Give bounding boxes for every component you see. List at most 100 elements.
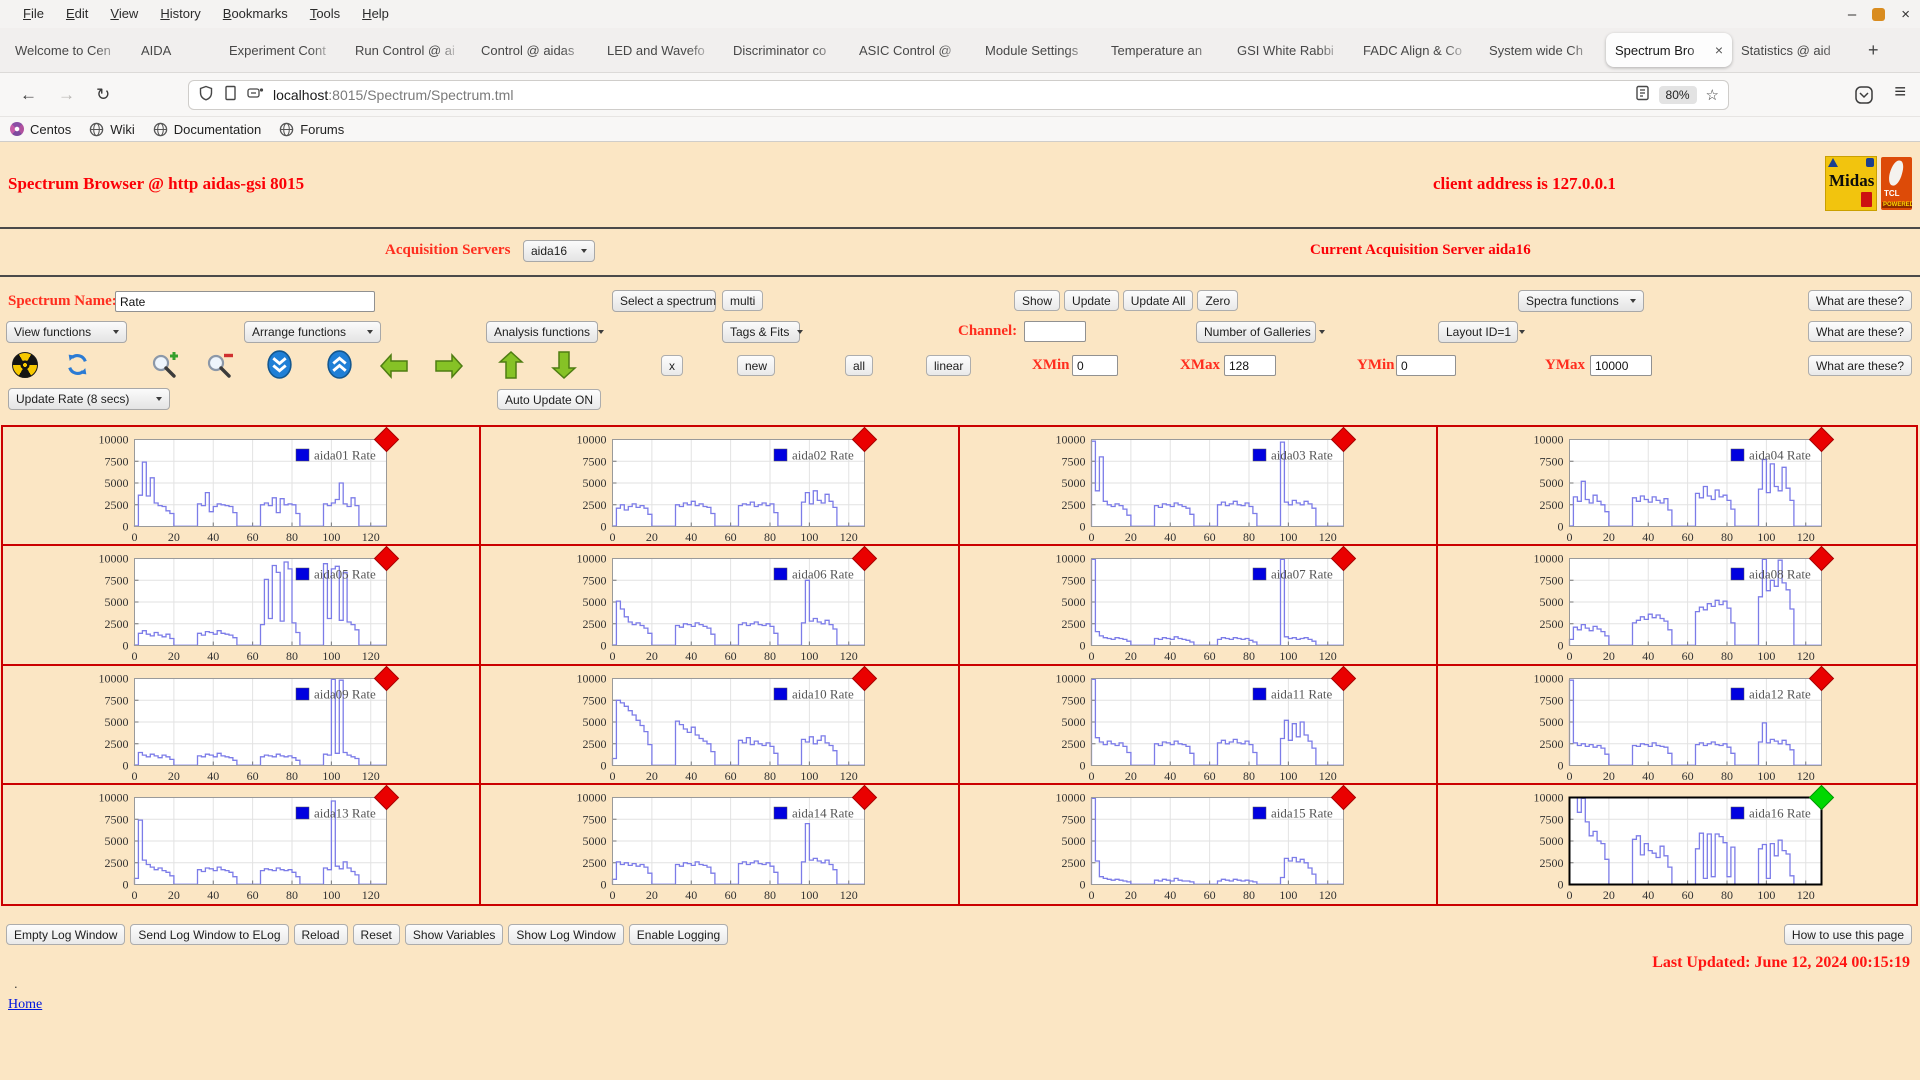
arrow-up-icon[interactable] bbox=[498, 350, 524, 385]
bookmark-centos[interactable]: Centos bbox=[10, 122, 71, 137]
zero-button[interactable]: Zero bbox=[1197, 290, 1238, 311]
reset-button[interactable]: Reset bbox=[353, 924, 400, 945]
spectrum-panel-aida10[interactable]: 025005000750010000020406080100120 aida10… bbox=[481, 666, 959, 785]
browser-tab[interactable]: Module Settings bbox=[976, 33, 1102, 67]
new-tab-button[interactable]: + bbox=[1858, 40, 1889, 61]
menu-view[interactable]: View bbox=[99, 0, 149, 28]
ymin-input[interactable] bbox=[1396, 355, 1456, 376]
spectrum-panel-aida02[interactable]: 025005000750010000020406080100120 aida02… bbox=[481, 427, 959, 546]
spectrum-panel-aida14[interactable]: 025005000750010000020406080100120 aida14… bbox=[481, 785, 959, 904]
menu-hamburger-icon[interactable]: ≡ bbox=[1894, 81, 1906, 104]
bookmark-star-icon[interactable]: ☆ bbox=[1706, 86, 1719, 104]
menu-history[interactable]: History bbox=[149, 0, 211, 28]
shield-icon[interactable] bbox=[198, 85, 214, 106]
url-text[interactable]: localhost:8015/Spectrum/Spectrum.tml bbox=[273, 87, 1626, 103]
show-log-window-button[interactable]: Show Log Window bbox=[508, 924, 623, 945]
acquisition-server-select[interactable]: aida16 bbox=[523, 240, 595, 262]
update-rate-dropdown[interactable]: Update Rate (8 secs) bbox=[8, 388, 170, 410]
spectrum-panel-aida09[interactable]: 025005000750010000020406080100120 aida09… bbox=[3, 666, 481, 785]
zoom-out-icon[interactable] bbox=[205, 351, 235, 384]
permissions-icon[interactable] bbox=[247, 86, 264, 105]
multi-button[interactable]: multi bbox=[722, 290, 763, 311]
browser-tab[interactable]: LED and Wavefo bbox=[598, 33, 724, 67]
url-bar[interactable]: localhost:8015/Spectrum/Spectrum.tml 80%… bbox=[188, 80, 1729, 110]
bookmark-forums[interactable]: Forums bbox=[279, 122, 344, 137]
browser-tab[interactable]: FADC Align & Co bbox=[1354, 33, 1480, 67]
arrow-right-icon[interactable] bbox=[434, 353, 464, 384]
radiation-icon[interactable] bbox=[12, 352, 38, 378]
zoom-level-badge[interactable]: 80% bbox=[1659, 86, 1697, 104]
menu-file[interactable]: File bbox=[12, 0, 55, 28]
number-of-galleries-dropdown[interactable]: Number of Galleries bbox=[1196, 321, 1316, 343]
spectrum-name-input[interactable] bbox=[115, 291, 375, 312]
spectrum-panel-aida11[interactable]: 025005000750010000020406080100120 aida11… bbox=[960, 666, 1438, 785]
what-are-these-button-1[interactable]: What are these? bbox=[1808, 290, 1912, 311]
browser-tab[interactable]: Experiment Cont bbox=[220, 33, 346, 67]
spectrum-panel-aida08[interactable]: 025005000750010000020406080100120 aida08… bbox=[1438, 546, 1916, 665]
xmin-input[interactable] bbox=[1072, 355, 1118, 376]
spectrum-panel-aida13[interactable]: 025005000750010000020406080100120 aida13… bbox=[3, 785, 481, 904]
menu-bookmarks[interactable]: Bookmarks bbox=[212, 0, 299, 28]
browser-tab[interactable]: AIDA bbox=[132, 33, 220, 67]
reload-icon[interactable]: ↻ bbox=[96, 73, 110, 117]
browser-tab[interactable]: System wide Ch bbox=[1480, 33, 1606, 67]
xmax-input[interactable] bbox=[1224, 355, 1276, 376]
forward-icon[interactable]: → bbox=[58, 73, 75, 117]
scale-up-icon[interactable] bbox=[326, 350, 353, 384]
browser-tab[interactable]: GSI White Rabbi bbox=[1228, 33, 1354, 67]
linear-button[interactable]: linear bbox=[926, 355, 971, 376]
back-icon[interactable]: ← bbox=[20, 73, 37, 117]
ymax-input[interactable] bbox=[1590, 355, 1652, 376]
analysis-functions-dropdown[interactable]: Analysis functions bbox=[486, 321, 598, 343]
what-are-these-button-3[interactable]: What are these? bbox=[1808, 355, 1912, 376]
close-window-icon[interactable]: × bbox=[1901, 7, 1910, 22]
page-info-icon[interactable] bbox=[223, 85, 238, 106]
spectrum-panel-aida04[interactable]: 025005000750010000020406080100120 aida04… bbox=[1438, 427, 1916, 546]
select-spectrum-dropdown[interactable]: Select a spectrum bbox=[612, 290, 716, 312]
enable-logging-button[interactable]: Enable Logging bbox=[629, 924, 728, 945]
spectra-functions-dropdown[interactable]: Spectra functions bbox=[1518, 290, 1644, 312]
all-button[interactable]: all bbox=[845, 355, 873, 376]
menu-edit[interactable]: Edit bbox=[55, 0, 99, 28]
channel-input[interactable] bbox=[1024, 321, 1086, 342]
how-to-use-button[interactable]: How to use this page bbox=[1784, 924, 1912, 945]
arrow-down-icon[interactable] bbox=[551, 350, 577, 385]
tags-fits-dropdown[interactable]: Tags & Fits bbox=[722, 321, 800, 343]
reader-mode-icon[interactable] bbox=[1635, 85, 1650, 106]
minimize-icon[interactable]: – bbox=[1848, 7, 1856, 22]
update-button[interactable]: Update bbox=[1064, 290, 1119, 311]
view-functions-dropdown[interactable]: View functions bbox=[6, 321, 127, 343]
new-button[interactable]: new bbox=[737, 355, 775, 376]
browser-tab[interactable]: Welcome to Cen bbox=[6, 33, 132, 67]
spectrum-panel-aida12[interactable]: 025005000750010000020406080100120 aida12… bbox=[1438, 666, 1916, 785]
layout-id-dropdown[interactable]: Layout ID=1 bbox=[1438, 321, 1518, 343]
spectrum-panel-aida03[interactable]: 025005000750010000020406080100120 aida03… bbox=[960, 427, 1438, 546]
empty-log-window-button[interactable]: Empty Log Window bbox=[6, 924, 125, 945]
menu-help[interactable]: Help bbox=[351, 0, 400, 28]
spectrum-panel-aida16[interactable]: 025005000750010000020406080100120 aida16… bbox=[1438, 785, 1916, 904]
zoom-in-icon[interactable] bbox=[150, 351, 180, 384]
browser-tab[interactable]: Discriminator co bbox=[724, 33, 850, 67]
spectrum-panel-aida15[interactable]: 025005000750010000020406080100120 aida15… bbox=[960, 785, 1438, 904]
browser-tab[interactable]: Statistics @ aid bbox=[1732, 33, 1858, 67]
scale-down-icon[interactable] bbox=[266, 350, 293, 384]
browser-tab[interactable]: Temperature an bbox=[1102, 33, 1228, 67]
refresh-icon[interactable] bbox=[64, 351, 91, 383]
arrow-left-icon[interactable] bbox=[379, 353, 409, 384]
browser-tab[interactable]: Spectrum Bro× bbox=[1606, 33, 1732, 67]
spectrum-panel-aida07[interactable]: 025005000750010000020406080100120 aida07… bbox=[960, 546, 1438, 665]
pocket-icon[interactable] bbox=[1854, 85, 1874, 110]
show-button[interactable]: Show bbox=[1014, 290, 1060, 311]
home-link[interactable]: Home bbox=[8, 997, 42, 1013]
spectrum-panel-aida01[interactable]: 025005000750010000020406080100120 aida01… bbox=[3, 427, 481, 546]
spectrum-panel-aida05[interactable]: 025005000750010000020406080100120 aida05… bbox=[3, 546, 481, 665]
browser-tab[interactable]: Control @ aidas bbox=[472, 33, 598, 67]
browser-tab[interactable]: ASIC Control @ bbox=[850, 33, 976, 67]
spectrum-panel-aida06[interactable]: 025005000750010000020406080100120 aida06… bbox=[481, 546, 959, 665]
menu-tools[interactable]: Tools bbox=[299, 0, 351, 28]
arrange-functions-dropdown[interactable]: Arrange functions bbox=[244, 321, 381, 343]
tab-close-icon[interactable]: × bbox=[1715, 42, 1723, 58]
bookmark-wiki[interactable]: Wiki bbox=[89, 122, 135, 137]
what-are-these-button-2[interactable]: What are these? bbox=[1808, 321, 1912, 342]
update-all-button[interactable]: Update All bbox=[1123, 290, 1194, 311]
